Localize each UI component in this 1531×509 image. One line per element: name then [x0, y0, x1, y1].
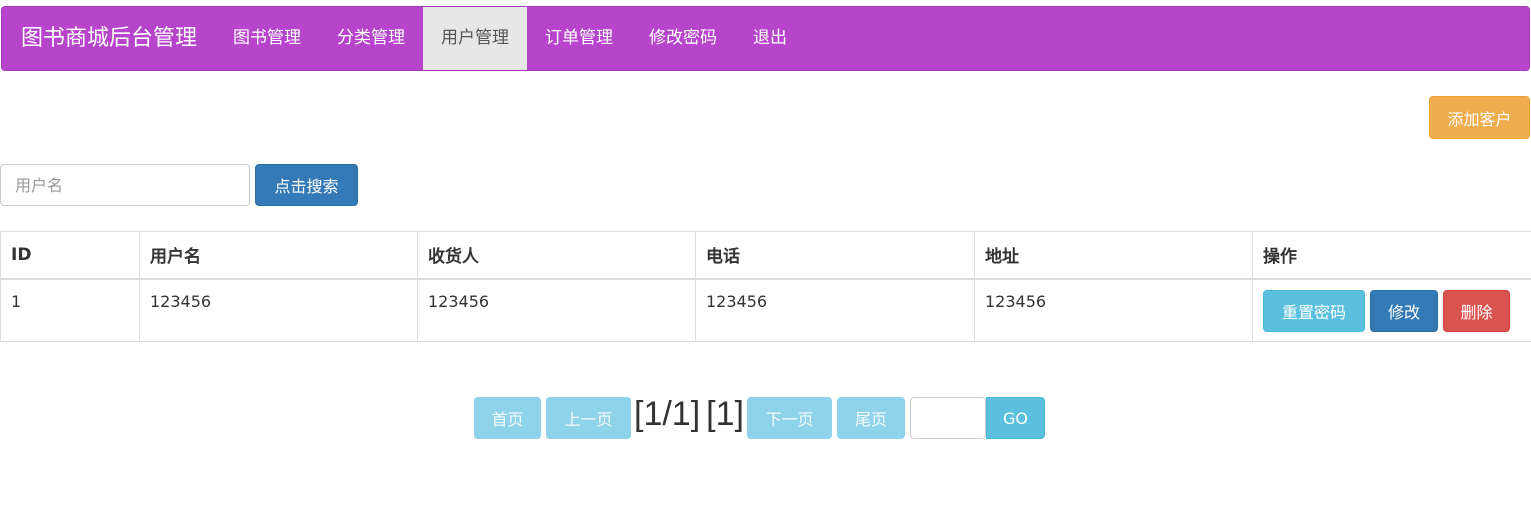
delete-user-button[interactable]: 删除	[1443, 289, 1510, 332]
pagination: 首页 上一页 [1/1] [1] 下一页 尾页 GO	[474, 394, 1045, 442]
nav-item-change-password[interactable]: 修改密码	[631, 7, 735, 70]
cell-id: 1	[0, 278, 140, 342]
column-header-phone[interactable]: 电话	[695, 231, 975, 280]
username-search-input[interactable]	[0, 164, 250, 206]
last-page-button[interactable]: 尾页	[836, 397, 905, 439]
nav-item-users[interactable]: 用户管理	[423, 7, 528, 70]
reset-password-button[interactable]: 重置密码	[1263, 289, 1365, 332]
next-page-button[interactable]: 下一页	[746, 397, 832, 439]
nav-item-orders[interactable]: 订单管理	[527, 7, 631, 70]
top-navbar: 图书商城后台管理 图书管理 分类管理 用户管理 订单管理 修改密码 退出	[1, 6, 1530, 71]
column-header-receiver[interactable]: 收货人	[417, 231, 696, 280]
cell-address: 123456	[974, 278, 1253, 342]
brand-title[interactable]: 图书商城后台管理	[2, 7, 215, 70]
column-header-actions: 操作	[1252, 231, 1531, 280]
edit-user-button[interactable]: 修改	[1370, 289, 1438, 332]
search-button[interactable]: 点击搜索	[255, 164, 358, 206]
column-header-username[interactable]: 用户名	[139, 231, 418, 280]
add-customer-button[interactable]: 添加客户	[1429, 96, 1530, 139]
table-row: 1 123456 123456 123456 123456 重置密码 修改 删除	[0, 278, 1531, 342]
cell-username: 123456	[139, 278, 418, 342]
column-header-address[interactable]: 地址	[974, 231, 1253, 280]
nav-item-books[interactable]: 图书管理	[215, 7, 319, 70]
user-table: ID 用户名 收货人 电话 地址 操作 1 123456 123456 1234…	[0, 231, 1531, 342]
cell-receiver: 123456	[417, 278, 696, 342]
cell-actions: 重置密码 修改 删除	[1252, 278, 1531, 342]
table-header-row: ID 用户名 收货人 电话 地址 操作	[0, 231, 1531, 280]
prev-page-button[interactable]: 上一页	[546, 397, 631, 439]
page-of-indicator: [1/1]	[634, 395, 701, 433]
first-page-button[interactable]: 首页	[474, 397, 541, 439]
nav-item-categories[interactable]: 分类管理	[319, 7, 423, 70]
goto-page-input[interactable]	[909, 397, 986, 439]
nav-item-logout[interactable]: 退出	[735, 7, 805, 70]
go-button[interactable]: GO	[985, 397, 1045, 439]
cell-phone: 123456	[695, 278, 975, 342]
main-nav: 图书管理 分类管理 用户管理 订单管理 修改密码 退出	[215, 7, 805, 70]
column-header-id[interactable]: ID	[0, 231, 140, 280]
current-page-indicator: [1]	[706, 395, 744, 433]
